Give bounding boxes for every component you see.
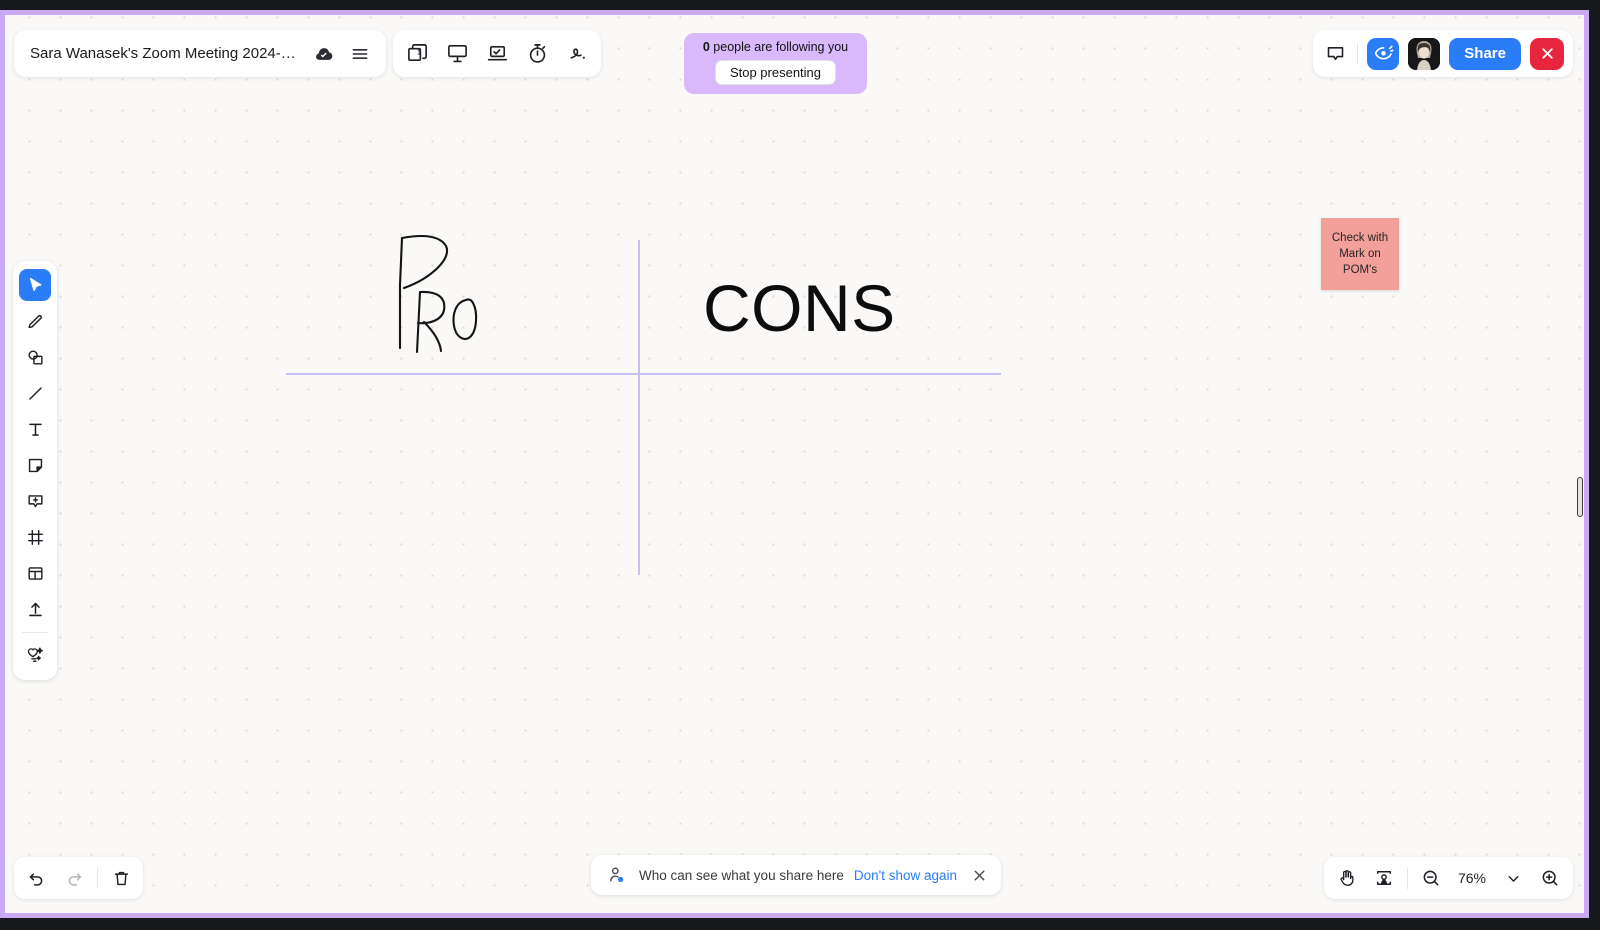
- ai-magic-icon[interactable]: [19, 638, 51, 670]
- divider: [1357, 42, 1359, 65]
- drawing-toolbar: [13, 261, 57, 680]
- canvas-text-cons[interactable]: CONS: [703, 275, 896, 341]
- frame-icon[interactable]: [19, 521, 51, 553]
- zoom-out-icon[interactable]: [1417, 864, 1445, 892]
- zoom-level-label[interactable]: 76%: [1454, 870, 1490, 886]
- whiteboard-canvas[interactable]: CONS Check with Mark on POM's: [5, 15, 1584, 913]
- comment-bubble-icon[interactable]: [1322, 41, 1348, 67]
- zoom-in-icon[interactable]: [1536, 864, 1564, 892]
- redo-arrow-icon[interactable]: [59, 863, 89, 893]
- handwriting-pro[interactable]: [380, 220, 510, 360]
- presentation-screen-icon[interactable]: [444, 41, 470, 67]
- timer-icon[interactable]: [524, 41, 550, 67]
- svg-text:1: 1: [416, 48, 420, 57]
- divider: [1407, 867, 1408, 889]
- divider: [22, 632, 48, 633]
- notice-text: Who can see what you share here: [639, 867, 844, 883]
- trash-icon[interactable]: [106, 863, 136, 893]
- text-icon[interactable]: [19, 413, 51, 445]
- history-toolbar: [14, 857, 143, 899]
- person-share-icon: [605, 863, 629, 887]
- poll-laptop-icon[interactable]: [484, 41, 510, 67]
- hamburger-menu-icon[interactable]: [348, 42, 372, 66]
- guide-line-horizontal: [286, 373, 1001, 375]
- cursor-select-icon[interactable]: [19, 269, 51, 301]
- upload-icon[interactable]: [19, 593, 51, 625]
- shared-screen-frame: CONS Check with Mark on POM's Sara Wanasek…: [0, 10, 1589, 918]
- template-icon[interactable]: [19, 557, 51, 589]
- pages-icon[interactable]: 1: [404, 41, 430, 67]
- shapes-icon[interactable]: [19, 341, 51, 373]
- stop-presenting-button[interactable]: Stop presenting: [714, 60, 837, 85]
- close-icon[interactable]: [1530, 37, 1564, 70]
- guide-line-vertical: [638, 240, 640, 575]
- page-title[interactable]: Sara Wanasek's Zoom Meeting 2024-0...: [30, 45, 300, 62]
- sticky-note[interactable]: Check with Mark on POM's: [1321, 218, 1399, 290]
- dont-show-again-link[interactable]: Don't show again: [854, 868, 957, 883]
- presenting-eye-icon[interactable]: [1367, 37, 1400, 70]
- line-icon[interactable]: [19, 377, 51, 409]
- divider: [97, 868, 98, 888]
- sticky-note-icon[interactable]: [19, 449, 51, 481]
- scribble-icon[interactable]: [564, 41, 590, 67]
- comment-icon[interactable]: [19, 485, 51, 517]
- following-count-text: 0 people are following you: [702, 40, 849, 54]
- document-title-bar: Sara Wanasek's Zoom Meeting 2024-0...: [14, 30, 386, 77]
- pen-icon[interactable]: [19, 305, 51, 337]
- share-privacy-notice: Who can see what you share here Don't sh…: [591, 855, 1002, 895]
- user-avatar[interactable]: [1408, 37, 1441, 70]
- hand-pan-icon[interactable]: [1333, 864, 1361, 892]
- zoom-toolbar: 76%: [1324, 857, 1573, 899]
- following-banner: 0 people are following you Stop presenti…: [684, 33, 867, 94]
- close-icon[interactable]: [967, 863, 991, 887]
- cloud-check-icon[interactable]: [312, 42, 336, 66]
- share-button[interactable]: Share: [1449, 37, 1521, 70]
- undo-arrow-icon[interactable]: [21, 863, 51, 893]
- sticky-note-text: Check with Mark on POM's: [1331, 231, 1389, 277]
- locate-pin-icon[interactable]: [1370, 864, 1398, 892]
- chevron-down-icon[interactable]: [1499, 864, 1527, 892]
- presentation-tools-bar: 1: [393, 30, 601, 77]
- vertical-scrollbar-handle[interactable]: [1577, 477, 1583, 517]
- meeting-controls-bar: Share: [1313, 30, 1573, 77]
